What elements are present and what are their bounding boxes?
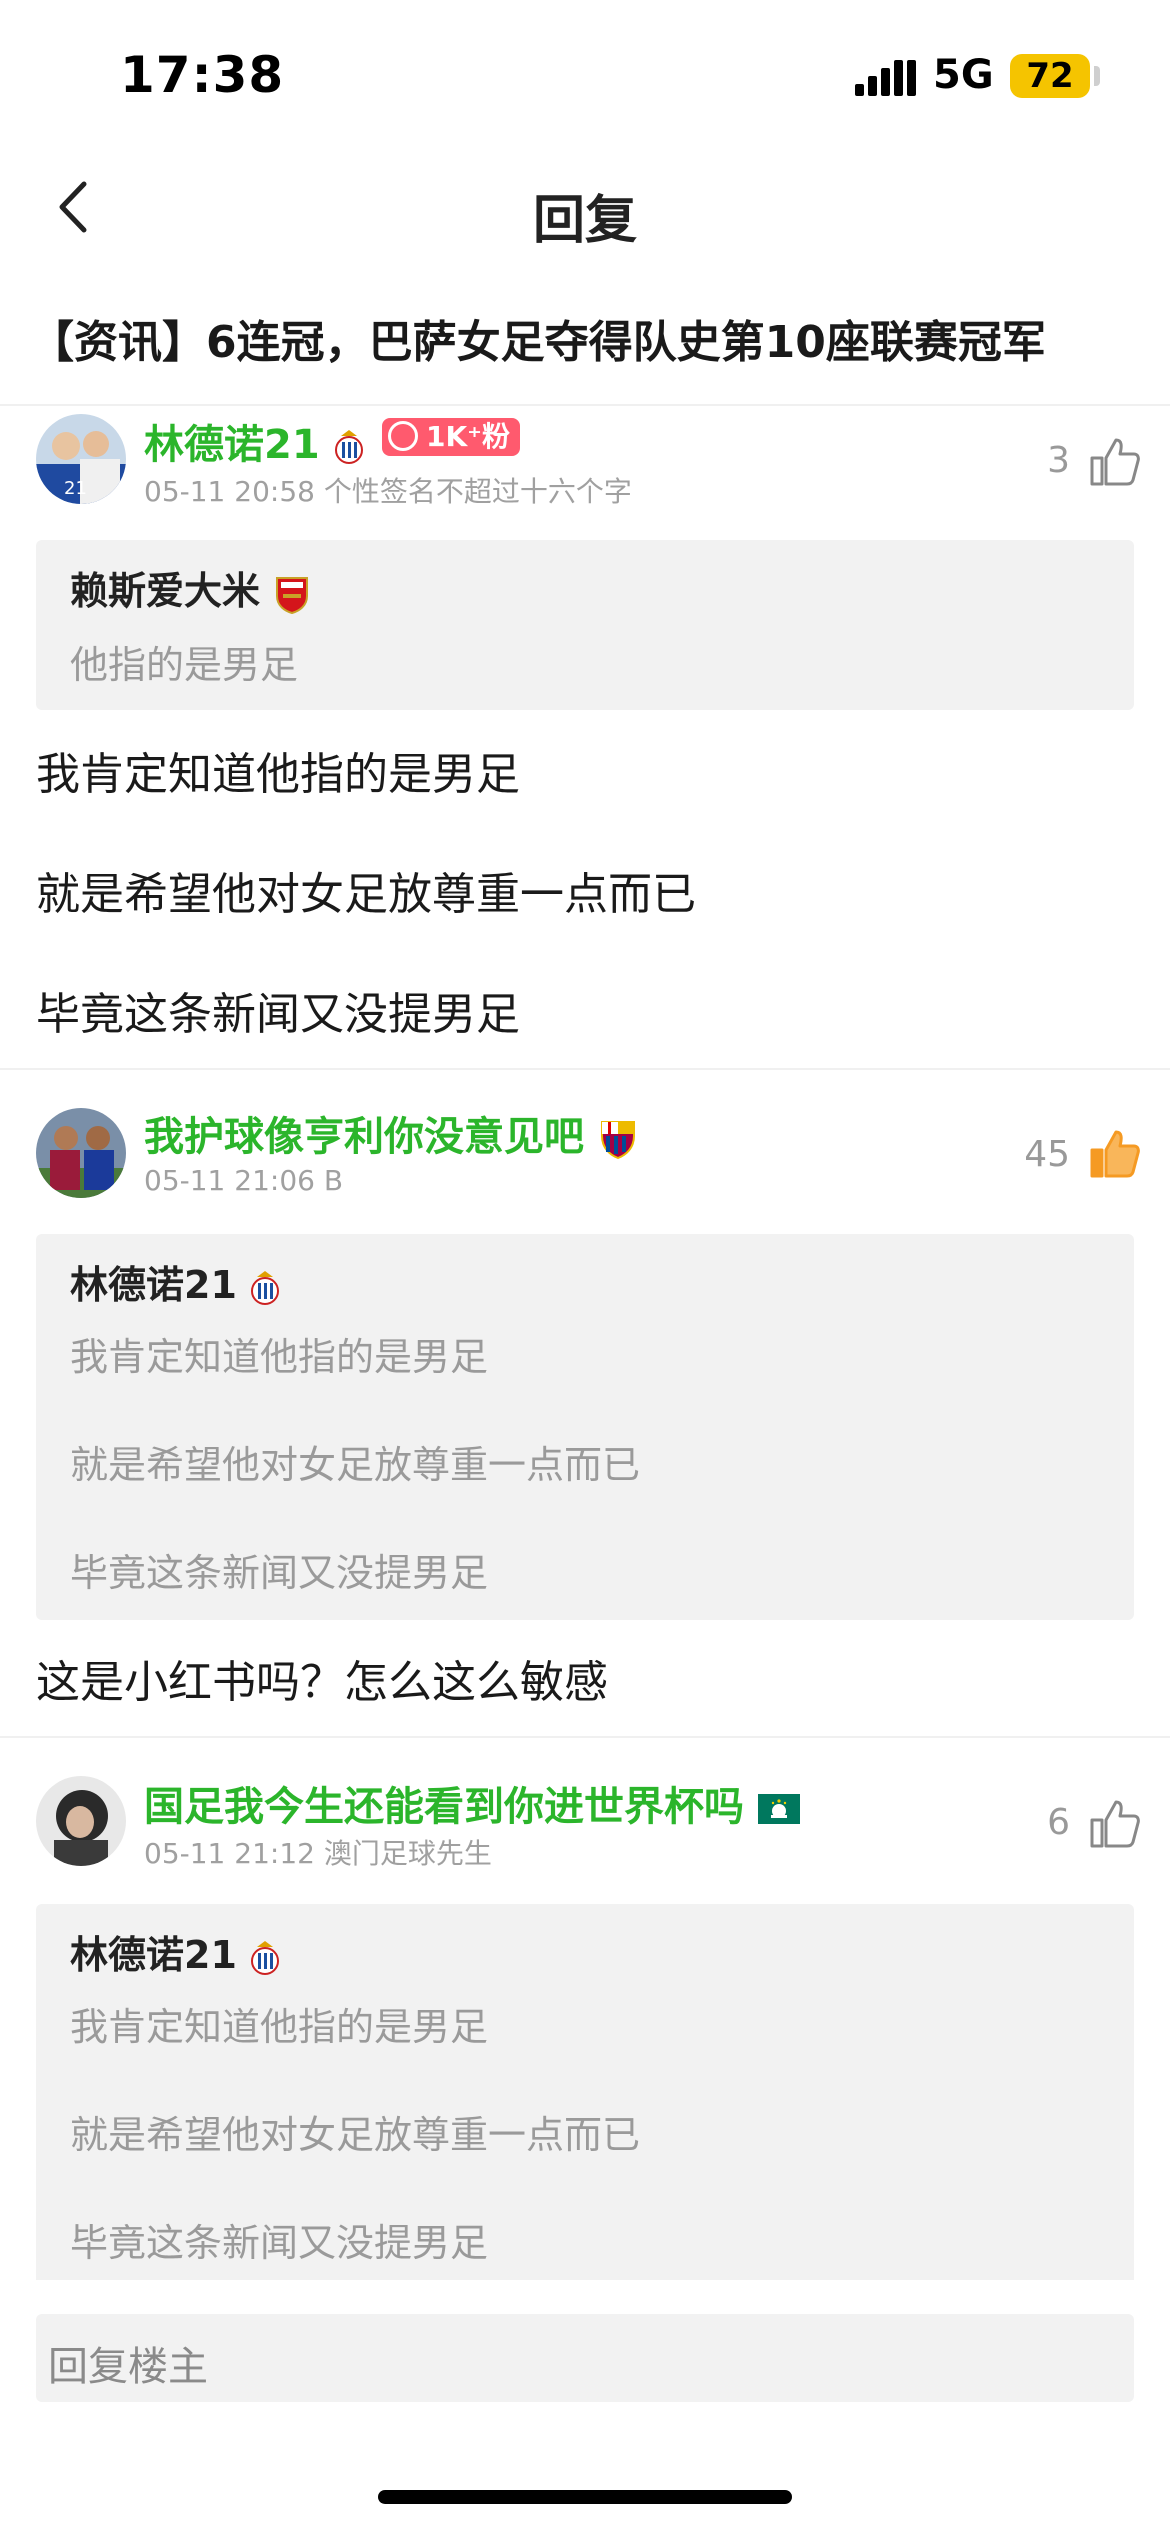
home-indicator[interactable] xyxy=(378,2490,792,2504)
like-count: 6 xyxy=(1047,1802,1070,1843)
battery-level: 72 xyxy=(1026,56,1074,96)
like-count: 45 xyxy=(1024,1134,1070,1175)
quote-box: 林德诺21 我肯定知道他指的是男足 就是希望他对女足放尊重一点而已 毕竟这条新闻… xyxy=(36,1904,1134,2280)
post-body-line: 毕竟这条新闻又没提男足 xyxy=(36,989,520,1040)
username[interactable]: 我护球像亨利你没意见吧 xyxy=(144,1104,638,1162)
network-type: 5G xyxy=(933,52,994,98)
quoted-text: 毕竟这条新闻又没提男足 xyxy=(70,1551,489,1595)
post-meta: 05-11 21:12 澳门足球先生 xyxy=(144,1837,492,1870)
user-icon xyxy=(388,421,418,451)
post-body-line: 这是小红书吗？怎么这么敏感 xyxy=(36,1657,608,1708)
divider xyxy=(0,1736,1170,1738)
fans-badge: 1K⁺粉 xyxy=(382,418,520,456)
post-meta: 05-11 21:06 B xyxy=(144,1164,344,1197)
svg-text:21: 21 xyxy=(64,478,87,499)
reply-input[interactable]: 回复楼主 xyxy=(36,2314,1134,2402)
fans-count: 1K⁺粉 xyxy=(426,420,510,453)
username-text[interactable]: 林德诺21 xyxy=(144,422,320,468)
username-text[interactable]: 国足我今生还能看到你进世界杯吗 xyxy=(144,1784,744,1830)
quoted-user: 林德诺21 xyxy=(70,1254,280,1309)
espanyol-badge-icon xyxy=(251,1940,280,1975)
quoted-username: 林德诺21 xyxy=(70,1263,237,1307)
quoted-username: 林德诺21 xyxy=(70,1933,237,1977)
quoted-text: 我肯定知道他指的是男足 xyxy=(70,1335,489,1379)
quote-box: 赖斯爱大米 他指的是男足 xyxy=(36,540,1134,710)
username[interactable]: 林德诺21 xyxy=(144,412,364,470)
quoted-text: 我肯定知道他指的是男足 xyxy=(70,2005,489,2049)
status-bar: 17:38 5G 72 xyxy=(0,0,1170,150)
quoted-text: 毕竟这条新闻又没提男足 xyxy=(70,2221,489,2265)
avatar[interactable] xyxy=(36,1776,126,1866)
nav-bar: 回复 xyxy=(0,150,1170,270)
post-meta: 05-11 20:58 个性签名不超过十六个字 xyxy=(144,475,632,508)
page-title: 回复 xyxy=(532,191,637,251)
divider xyxy=(0,1068,1170,1070)
quoted-text: 就是希望他对女足放尊重一点而已 xyxy=(70,2113,641,2157)
battery-tip xyxy=(1094,66,1100,86)
battery-icon: 72 xyxy=(1010,54,1090,98)
username[interactable]: 国足我今生还能看到你进世界杯吗 xyxy=(144,1774,800,1832)
username-text[interactable]: 我护球像亨利你没意见吧 xyxy=(144,1114,584,1160)
macau-flag-icon xyxy=(757,1794,800,1824)
quoted-username: 赖斯爱大米 xyxy=(70,569,261,613)
quoted-user: 林德诺21 xyxy=(70,1924,280,1979)
espanyol-badge-icon xyxy=(251,1270,280,1305)
avatar[interactable] xyxy=(36,1108,126,1198)
thread-title[interactable]: 【资讯】6连冠，巴萨女足夺得队史第10座联赛冠军 xyxy=(30,306,1150,370)
arsenal-badge-icon xyxy=(276,576,309,614)
espanyol-badge-icon xyxy=(334,430,363,464)
quoted-user: 赖斯爱大米 xyxy=(70,560,311,615)
quoted-text: 他指的是男足 xyxy=(70,643,299,687)
quoted-text: 就是希望他对女足放尊重一点而已 xyxy=(70,1443,641,1487)
divider xyxy=(0,404,1170,406)
status-time: 17:38 xyxy=(120,46,285,104)
like-count: 3 xyxy=(1047,440,1070,481)
post-body-line: 我肯定知道他指的是男足 xyxy=(36,749,520,800)
thumbs-up-icon[interactable] xyxy=(1088,436,1140,488)
signal-icon xyxy=(855,60,916,96)
quote-box: 林德诺21 我肯定知道他指的是男足 就是希望他对女足放尊重一点而已 毕竟这条新闻… xyxy=(36,1234,1134,1620)
thumbs-up-icon[interactable] xyxy=(1088,1798,1140,1850)
barcelona-badge-icon xyxy=(600,1121,635,1160)
reply-placeholder: 回复楼主 xyxy=(48,2344,208,2390)
thumbs-up-icon[interactable] xyxy=(1088,1128,1140,1180)
avatar[interactable]: 21 xyxy=(36,414,126,504)
post-body-line: 就是希望他对女足放尊重一点而已 xyxy=(36,869,696,920)
